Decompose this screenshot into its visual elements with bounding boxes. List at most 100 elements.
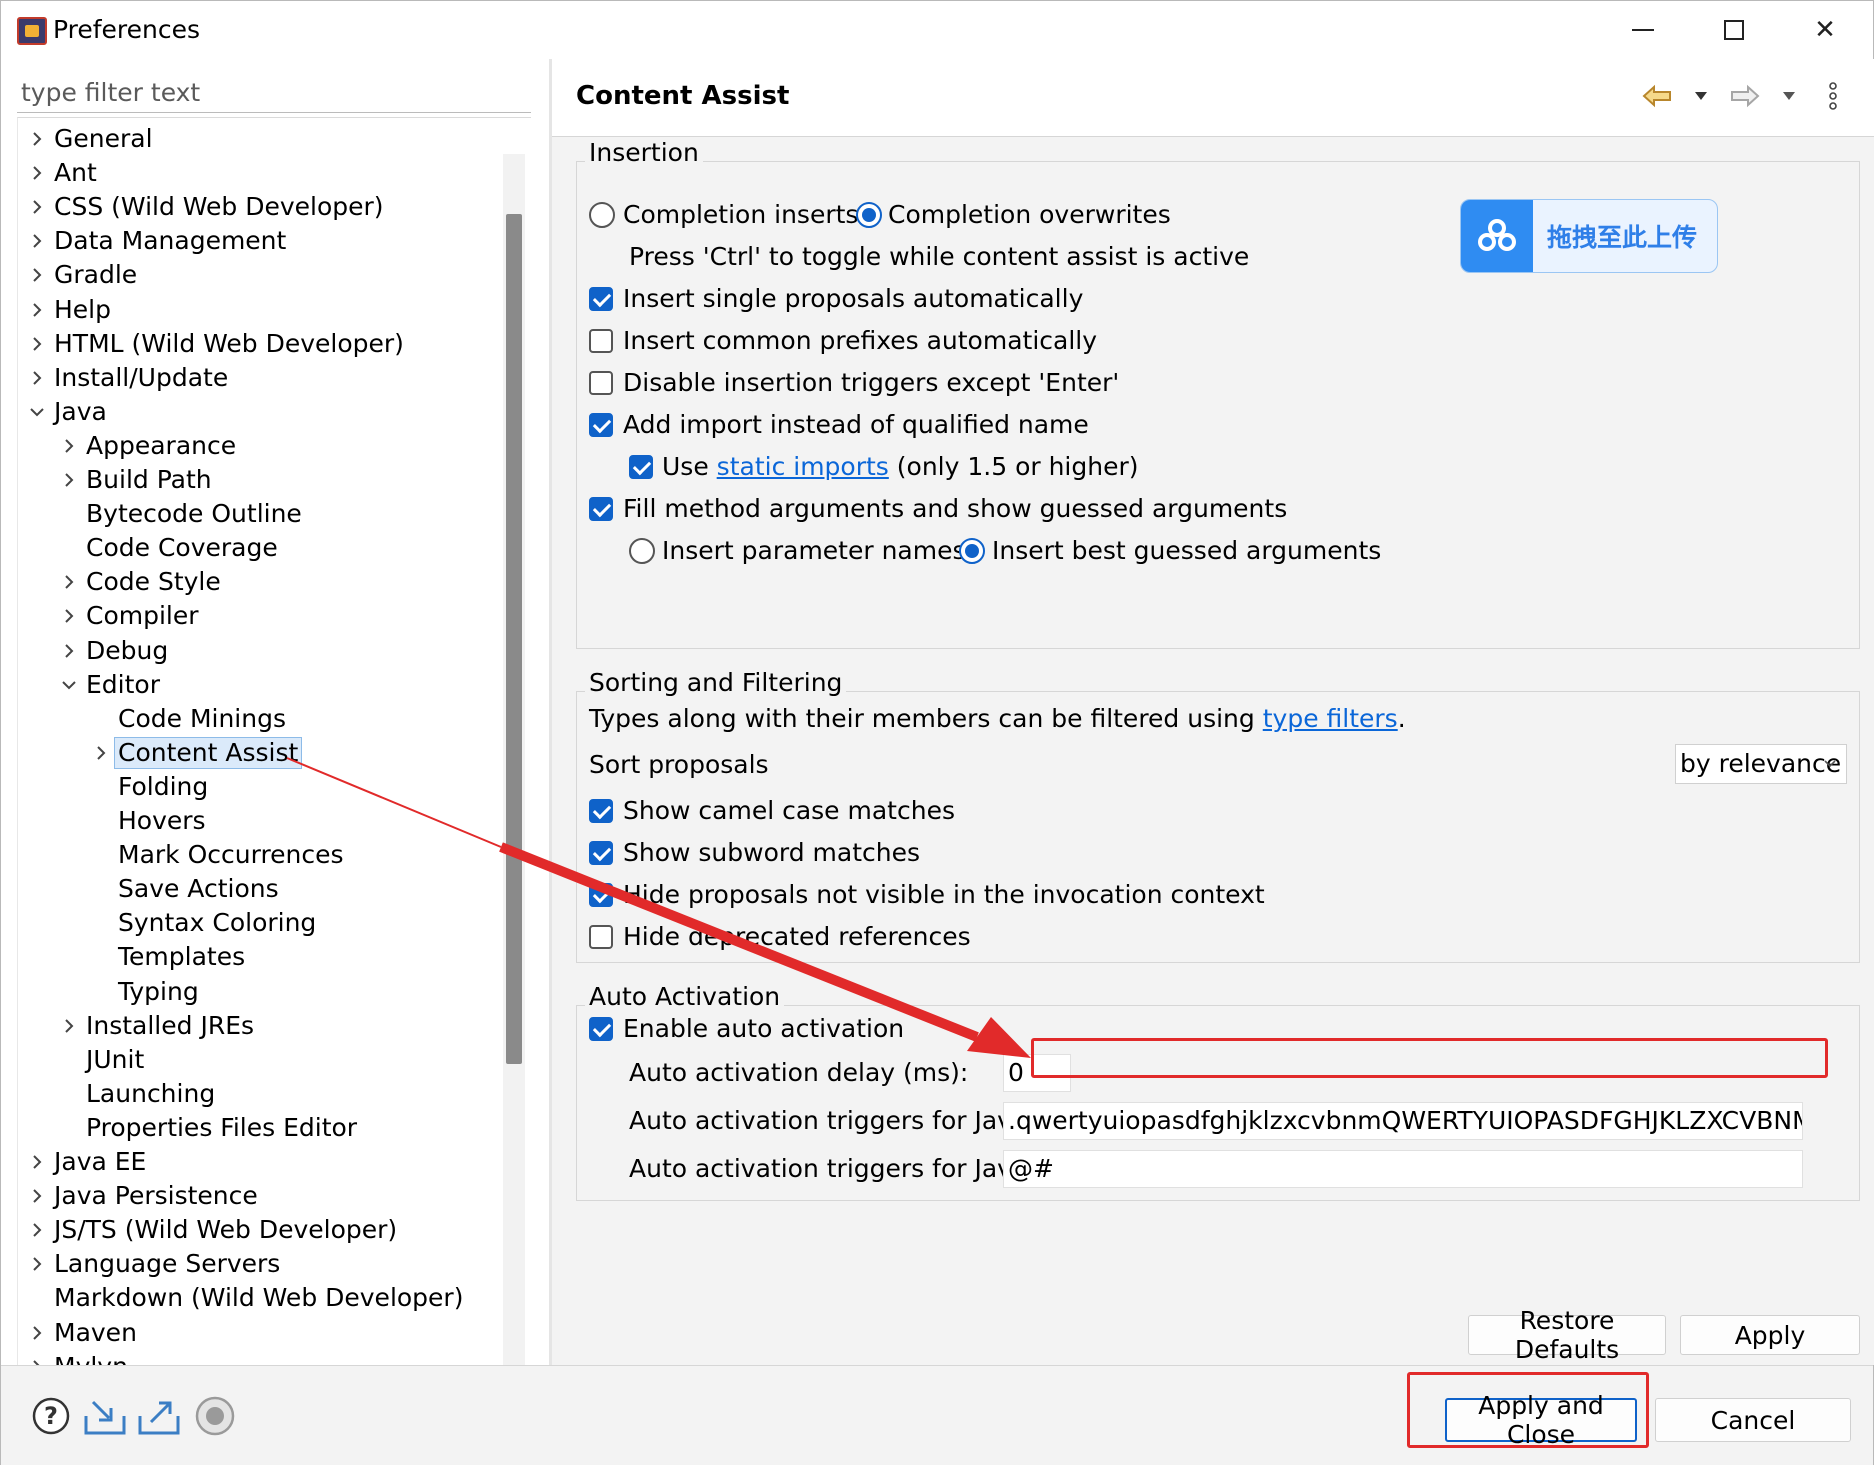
- tree-item[interactable]: Templates: [18, 940, 498, 974]
- filter-input[interactable]: [17, 73, 531, 113]
- tree-scrollbar[interactable]: [503, 154, 525, 1402]
- chevron-right-icon[interactable]: [60, 634, 78, 668]
- record-icon[interactable]: [193, 1394, 237, 1438]
- chevron-right-icon[interactable]: [28, 258, 46, 292]
- checkbox-checked[interactable]: [629, 455, 653, 479]
- type-filters-link[interactable]: type filters: [1263, 704, 1398, 733]
- back-arrow-icon[interactable]: [1640, 79, 1674, 113]
- tree-item[interactable]: Markdown (Wild Web Developer): [18, 1281, 498, 1315]
- tree-item[interactable]: Folding: [18, 770, 498, 804]
- chevron-right-icon[interactable]: [60, 1009, 78, 1043]
- chevron-right-icon[interactable]: [60, 565, 78, 599]
- sort-proposals-select[interactable]: by relevance: [1675, 744, 1847, 784]
- chevron-right-icon[interactable]: [28, 1145, 46, 1179]
- radio-checked[interactable]: [959, 538, 985, 564]
- forward-arrow-icon[interactable]: [1728, 79, 1762, 113]
- chevron-right-icon[interactable]: [28, 224, 46, 258]
- chevron-right-icon[interactable]: [28, 327, 46, 361]
- checkbox-checked[interactable]: [589, 497, 613, 521]
- forward-menu-icon[interactable]: [1772, 79, 1806, 113]
- chevron-right-icon[interactable]: [28, 293, 46, 327]
- radio-unchecked[interactable]: [589, 202, 615, 228]
- minimize-button[interactable]: [1613, 9, 1673, 51]
- static-imports-link[interactable]: static imports: [717, 452, 889, 481]
- tree-item[interactable]: Editor: [18, 668, 498, 702]
- checkbox-checked[interactable]: [589, 841, 613, 865]
- tree-item[interactable]: Java: [18, 395, 498, 429]
- chevron-right-icon[interactable]: [28, 190, 46, 224]
- checkbox-checked[interactable]: [589, 1017, 613, 1041]
- checkbox-unchecked[interactable]: [589, 329, 613, 353]
- tree-item[interactable]: Gradle: [18, 258, 498, 292]
- chevron-right-icon[interactable]: [28, 156, 46, 190]
- tree-item[interactable]: Ant: [18, 156, 498, 190]
- tree-item[interactable]: Code Minings: [18, 702, 498, 736]
- chevron-right-icon[interactable]: [28, 1316, 46, 1350]
- upload-badge[interactable]: 拖拽至此上传: [1460, 199, 1718, 273]
- java-triggers-input[interactable]: .qwertyuiopasdfghjklzxcvbnmQWERTYUIOPASD…: [1003, 1102, 1803, 1140]
- apply-button[interactable]: Apply: [1680, 1315, 1860, 1355]
- export-icon[interactable]: [137, 1394, 181, 1438]
- checkbox-checked[interactable]: [589, 287, 613, 311]
- chevron-right-icon[interactable]: [28, 1179, 46, 1213]
- maximize-button[interactable]: [1704, 9, 1764, 51]
- tree-item[interactable]: Java EE: [18, 1145, 498, 1179]
- delay-input[interactable]: 0: [1003, 1054, 1071, 1092]
- radio-checked[interactable]: [856, 202, 882, 228]
- javadoc-triggers-input[interactable]: @#: [1003, 1150, 1803, 1188]
- tree-item[interactable]: Debug: [18, 634, 498, 668]
- tree-item[interactable]: Install/Update: [18, 361, 498, 395]
- tree-item[interactable]: Compiler: [18, 599, 498, 633]
- chevron-right-icon[interactable]: [28, 1247, 46, 1281]
- tree-item[interactable]: Appearance: [18, 429, 498, 463]
- tree-item[interactable]: Maven: [18, 1316, 498, 1350]
- chevron-down-icon[interactable]: [60, 668, 78, 702]
- back-menu-icon[interactable]: [1684, 79, 1718, 113]
- checkbox-checked[interactable]: [589, 413, 613, 437]
- tree-item[interactable]: Save Actions: [18, 872, 498, 906]
- tree-item[interactable]: Typing: [18, 975, 498, 1009]
- chevron-right-icon[interactable]: [28, 361, 46, 395]
- checkbox-unchecked[interactable]: [589, 925, 613, 949]
- tree-item[interactable]: Code Coverage: [18, 531, 498, 565]
- tree-item[interactable]: Syntax Coloring: [18, 906, 498, 940]
- chevron-right-icon[interactable]: [60, 599, 78, 633]
- tree-item[interactable]: Installed JREs: [18, 1009, 498, 1043]
- tree-item[interactable]: Mark Occurrences: [18, 838, 498, 872]
- chevron-right-icon[interactable]: [60, 463, 78, 497]
- apply-and-close-button[interactable]: Apply and Close: [1445, 1391, 1637, 1449]
- tree-item[interactable]: Java Persistence: [18, 1179, 498, 1213]
- chevron-right-icon[interactable]: [60, 429, 78, 463]
- more-options-icon[interactable]: [1816, 79, 1850, 113]
- tree-item[interactable]: CSS (Wild Web Developer): [18, 190, 498, 224]
- tree-item[interactable]: Properties Files Editor: [18, 1111, 498, 1145]
- radio-unchecked[interactable]: [629, 538, 655, 564]
- close-button[interactable]: ✕: [1795, 9, 1855, 51]
- tree-item[interactable]: General: [18, 122, 498, 156]
- restore-defaults-button[interactable]: Restore Defaults: [1468, 1306, 1666, 1364]
- checkbox-checked[interactable]: [589, 883, 613, 907]
- tree-item[interactable]: Help: [18, 293, 498, 327]
- tree-item[interactable]: JS/TS (Wild Web Developer): [18, 1213, 498, 1247]
- tree-scrollbar-thumb[interactable]: [506, 214, 522, 1064]
- tree-item[interactable]: Content Assist: [18, 736, 498, 770]
- chevron-down-icon[interactable]: [28, 395, 46, 429]
- checkbox-checked[interactable]: [589, 799, 613, 823]
- help-icon[interactable]: ?: [29, 1394, 73, 1438]
- tree-item[interactable]: Data Management: [18, 224, 498, 258]
- tree-item[interactable]: JUnit: [18, 1043, 498, 1077]
- chevron-right-icon[interactable]: [28, 1350, 46, 1365]
- checkbox-unchecked[interactable]: [589, 371, 613, 395]
- tree-item[interactable]: Launching: [18, 1077, 498, 1111]
- cancel-button[interactable]: Cancel: [1655, 1398, 1851, 1442]
- import-icon[interactable]: [83, 1394, 127, 1438]
- tree-item[interactable]: Hovers: [18, 804, 498, 838]
- chevron-right-icon[interactable]: [28, 122, 46, 156]
- tree-item[interactable]: Language Servers: [18, 1247, 498, 1281]
- tree-item[interactable]: Mylyn: [18, 1350, 498, 1365]
- tree-item[interactable]: Bytecode Outline: [18, 497, 498, 531]
- tree-item[interactable]: HTML (Wild Web Developer): [18, 327, 498, 361]
- tree-item[interactable]: Build Path: [18, 463, 498, 497]
- tree-item[interactable]: Code Style: [18, 565, 498, 599]
- chevron-right-icon[interactable]: [92, 736, 110, 770]
